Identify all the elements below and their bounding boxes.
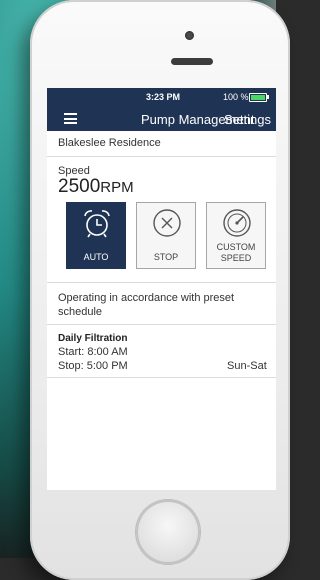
divider — [47, 282, 276, 283]
alarm-clock-icon — [84, 210, 110, 238]
custom-speed-label-line2: SPEED — [220, 253, 252, 263]
residence-name: Blakeslee Residence — [47, 131, 276, 157]
schedule-title: Daily Filtration — [58, 333, 128, 344]
home-button[interactable] — [136, 500, 200, 564]
settings-button[interactable]: Settings — [224, 112, 271, 127]
schedule-start: Start: 8:00 AM — [58, 346, 128, 358]
nav-bar: Pump Management Settings — [47, 106, 276, 131]
divider — [47, 324, 276, 325]
camera-icon — [185, 31, 194, 40]
schedule-days: Sun-Sat — [227, 360, 267, 372]
app-screen: 3:23 PM 100 % Pump Management Settings B… — [47, 88, 276, 490]
auto-mode-label: AUTO — [83, 252, 109, 262]
custom-speed-button[interactable]: CUSTOM SPEED — [206, 202, 266, 269]
speaker-grill — [171, 58, 213, 65]
battery-icon — [249, 93, 267, 102]
schedule-stop: Stop: 5:00 PM — [58, 360, 128, 372]
hamburger-icon[interactable] — [64, 113, 77, 124]
status-time: 3:23 PM — [146, 92, 181, 102]
gauge-icon — [223, 209, 251, 237]
battery-percent: 100 % — [223, 92, 249, 102]
speed-unit: RPM — [100, 179, 134, 196]
battery-nub — [267, 95, 269, 99]
stop-mode-label: STOP — [153, 252, 179, 262]
speed-readout: 2500RPM — [58, 177, 276, 198]
auto-mode-button[interactable]: AUTO — [66, 202, 126, 269]
speed-value: 2500 — [58, 176, 101, 197]
divider — [47, 377, 276, 378]
close-circle-icon — [153, 209, 181, 237]
status-description: Operating in accordance with preset sche… — [58, 292, 235, 318]
status-bar: 3:23 PM 100 % — [47, 88, 276, 106]
mode-selector: AUTO STOP CUSTOM SPEED — [66, 202, 266, 269]
custom-speed-label-line1: CUSTOM — [216, 242, 256, 252]
stop-mode-button[interactable]: STOP — [136, 202, 196, 269]
